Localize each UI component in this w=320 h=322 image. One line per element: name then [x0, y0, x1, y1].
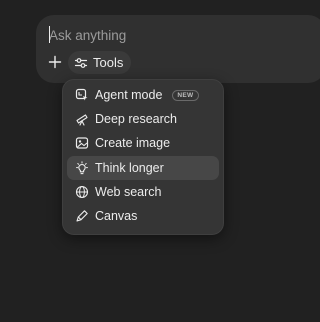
menu-item-label: Web search [95, 185, 162, 199]
menu-item-canvas[interactable]: Canvas [67, 204, 219, 228]
tools-label: Tools [93, 55, 124, 70]
tools-button[interactable]: Tools [68, 51, 132, 74]
menu-item-create-image[interactable]: Create image [67, 131, 219, 155]
menu-item-label: Deep research [95, 112, 177, 126]
menu-item-web-search[interactable]: Web search [67, 180, 219, 204]
menu-item-label: Agent mode [95, 88, 163, 102]
agent-icon [75, 88, 89, 102]
menu-item-label: Canvas [95, 209, 138, 223]
sliders-icon [74, 57, 88, 68]
lightbulb-icon [75, 161, 89, 175]
menu-item-label: Think longer [95, 161, 164, 175]
globe-icon [75, 185, 89, 199]
telescope-icon [75, 112, 89, 126]
plus-icon [48, 55, 62, 69]
menu-item-agent-mode[interactable]: Agent mode NEW [67, 83, 219, 107]
new-badge: NEW [172, 89, 199, 101]
menu-item-think-longer[interactable]: Think longer [67, 156, 219, 180]
composer: Tools [36, 15, 320, 83]
image-icon [75, 136, 89, 150]
add-attachment-button[interactable] [46, 53, 64, 71]
tools-menu: Agent mode NEW Deep research Create imag… [62, 79, 224, 235]
canvas-pen-icon [75, 209, 89, 223]
menu-item-label: Create image [95, 136, 171, 150]
menu-item-deep-research[interactable]: Deep research [67, 107, 219, 131]
text-caret [49, 26, 50, 43]
prompt-input[interactable] [49, 25, 279, 45]
